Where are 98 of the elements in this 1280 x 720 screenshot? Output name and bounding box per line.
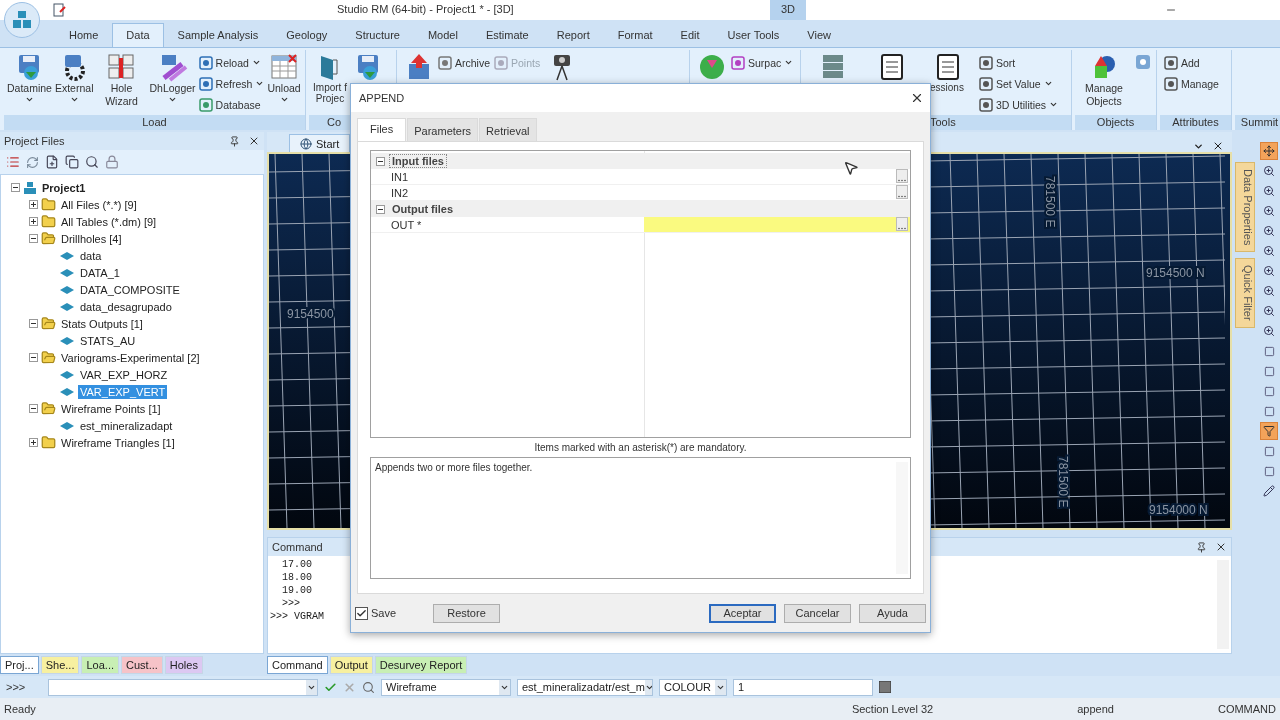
group-label: Co (327, 115, 342, 130)
tree-item[interactable]: data (78, 248, 104, 263)
console-line: 17.00 (282, 558, 312, 571)
ribbon-button[interactable]: essions (930, 52, 964, 93)
window-title: Studio RM (64-bit) - Project1 * - [3D] (337, 3, 514, 15)
panel-tab[interactable]: Proj... (0, 656, 39, 674)
ribbon-button[interactable]: 3D Utilities (978, 96, 1059, 113)
group-label: Objects (1096, 115, 1135, 130)
description-text: Appends two or more files together. (375, 462, 533, 473)
tree-item[interactable]: Stats Outputs [1] (59, 316, 145, 331)
checkbox-label: Save (371, 607, 397, 619)
document-tab[interactable]: Start (289, 134, 351, 152)
ribbon-button[interactable]: External (54, 52, 94, 104)
ribbon-tab[interactable]: Geology (272, 23, 342, 47)
dialog-tab[interactable]: Files (357, 118, 407, 141)
tree-item[interactable]: data_desagrupado (78, 299, 174, 314)
object-dropdown[interactable]: est_mineralizadatr/est_m (517, 678, 653, 696)
ribbon-button[interactable]: Sort (978, 54, 1059, 71)
ribbon-tab[interactable]: View (793, 23, 845, 47)
ribbon-button[interactable]: Import f Projec (311, 52, 349, 104)
command-prompt: >>> (6, 681, 27, 693)
dialog-button[interactable]: Cancelar (784, 603, 851, 623)
group-heading[interactable]: Input files (389, 154, 447, 168)
panel-tab[interactable]: Command (267, 656, 328, 674)
context-tab[interactable]: 3D (770, 0, 806, 20)
ribbon-tab[interactable]: User Tools (713, 23, 794, 47)
ribbon-button[interactable]: Archive (438, 54, 490, 71)
tree-item[interactable]: All Files (*.*) [9] (59, 197, 139, 212)
panel-tab[interactable]: She... (40, 656, 80, 674)
tree-item[interactable]: STATS_AU (78, 333, 138, 348)
dialog-button[interactable]: Aceptar (709, 603, 776, 623)
console-line: >>> (282, 597, 300, 610)
panel-title: Project Files (4, 135, 65, 147)
dialog-tab[interactable]: Parameters (407, 118, 479, 141)
group-heading[interactable]: Output files (389, 202, 457, 216)
group-label: Summit (1240, 115, 1279, 130)
tree-item[interactable]: Drillholes [4] (59, 231, 124, 246)
panel-tab[interactable]: Loa... (81, 656, 119, 674)
side-tab[interactable]: Data Properties (1235, 162, 1255, 253)
status-section: Section Level 32 (851, 703, 934, 715)
dialog-button[interactable]: Ayuda (859, 603, 926, 623)
object-type-dropdown[interactable]: Wireframe (381, 678, 511, 696)
property-name: IN2 (390, 186, 410, 199)
coordinate-label: 781500 E (1043, 176, 1057, 228)
status-command: append (1077, 703, 1114, 715)
property-name: OUT * (390, 218, 423, 231)
group-label: Tools (930, 115, 956, 130)
ribbon-tab[interactable]: Model (413, 23, 472, 47)
ribbon-button[interactable]: Manage (1164, 75, 1219, 92)
ribbon-tab[interactable]: Estimate (471, 23, 543, 47)
ribbon-button[interactable]: Datamine (7, 52, 52, 104)
panel-tab[interactable]: Output (329, 656, 373, 674)
tree-item[interactable]: VAR_EXP_HORZ (78, 367, 170, 382)
tree-item[interactable]: Wireframe Triangles [1] (59, 435, 177, 450)
ribbon-tab[interactable]: Report (542, 23, 604, 47)
ribbon-button[interactable]: Database (198, 96, 265, 113)
value-field[interactable]: 1 (733, 678, 873, 696)
ribbon-button[interactable]: Hole Wizard (96, 52, 147, 108)
panel-tab[interactable]: Holes (164, 656, 203, 674)
side-tab[interactable]: Quick Filter (1235, 258, 1255, 329)
tree-item[interactable]: Variograms-Experimental [2] (59, 350, 202, 365)
group-label: Attributes (1172, 115, 1219, 130)
tree-item[interactable]: DATA_1 (78, 265, 122, 280)
ribbon-button[interactable]: DhLogger (149, 52, 196, 104)
ribbon-button[interactable]: Set Value (978, 75, 1059, 92)
console-line: 19.00 (282, 584, 312, 597)
coordinate-label: 781500 E (1056, 456, 1070, 508)
tree-item[interactable]: DATA_COMPOSITE (78, 282, 182, 297)
ribbon-button[interactable]: Reload (198, 54, 265, 71)
ribbon-tab[interactable]: Edit (666, 23, 714, 47)
ribbon-button[interactable]: Add (1164, 54, 1219, 71)
dialog-title: APPEND (359, 92, 405, 104)
dialog-tab[interactable]: Retrieval (479, 118, 537, 141)
ribbon-tab[interactable]: Home (55, 23, 113, 47)
tree-item[interactable]: Project1 (40, 180, 88, 195)
dialog-button[interactable]: Restore (433, 603, 500, 623)
panel-title: Command (272, 541, 323, 553)
property-name: IN1 (390, 170, 410, 183)
ribbon-button[interactable]: Surpac (731, 54, 794, 71)
mandatory-note: Items marked with an asterisk(*) are mandatory. (533, 441, 748, 455)
panel-tab[interactable]: Desurvey Report (374, 656, 468, 674)
ribbon-tab[interactable]: Structure (341, 23, 414, 47)
console-line: 18.00 (282, 571, 312, 584)
ribbon-tab[interactable]: Format (603, 23, 667, 47)
tree-item[interactable]: All Tables (*.dm) [9] (59, 214, 159, 229)
status-mode: COMMAND (1217, 703, 1276, 715)
ribbon-tab[interactable]: Data (112, 23, 164, 47)
tree-item[interactable]: Wireframe Points [1] (59, 401, 163, 416)
ribbon-button[interactable]: Refresh (198, 75, 265, 92)
ribbon-tab[interactable]: Sample Analysis (163, 23, 273, 47)
ribbon-button[interactable]: Manage Objects (1079, 52, 1129, 108)
tree-item[interactable]: est_mineralizadapt (78, 418, 175, 433)
ribbon-button[interactable]: Unload (267, 52, 301, 104)
attribute-dropdown[interactable]: COLOUR (659, 678, 727, 696)
console-line: >>> VGRAM (270, 610, 324, 623)
group-label: Load (142, 115, 167, 130)
panel-tab[interactable]: Cust... (121, 656, 163, 674)
status-message: Ready (4, 703, 36, 715)
